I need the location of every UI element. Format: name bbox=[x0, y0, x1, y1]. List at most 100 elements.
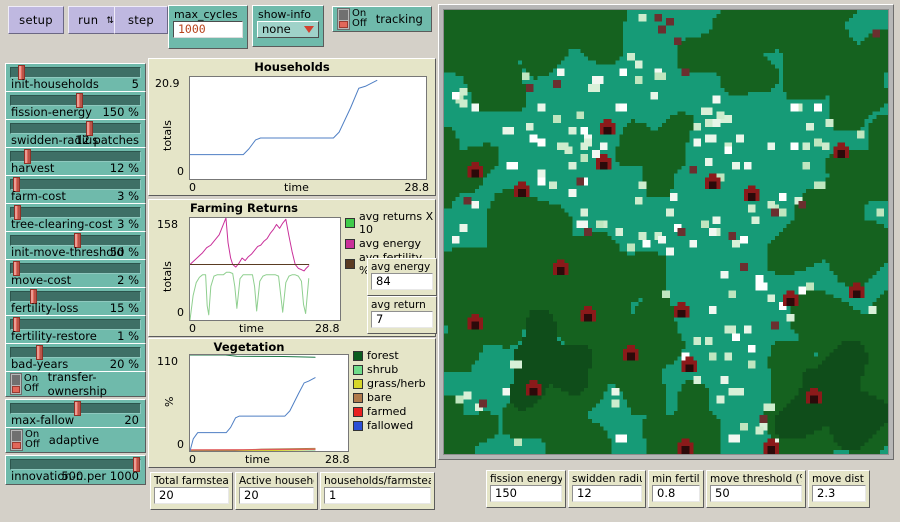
show-info-chooser[interactable]: show-info none bbox=[252, 5, 324, 47]
switch-states: On Off bbox=[25, 430, 40, 450]
plot-households: Households 20.9 0 totals 0 time 28.8 bbox=[148, 58, 436, 196]
plot-vegetation-ymax: 110 bbox=[157, 355, 178, 368]
slider-value: 1 % bbox=[117, 329, 139, 343]
slider-fertility-loss[interactable]: fertility-loss 15 % bbox=[5, 287, 146, 317]
monitor-label: fission energy bbox=[490, 473, 562, 485]
slider-value: 50 % bbox=[109, 245, 139, 259]
slider-move-cost[interactable]: move-cost 2 % bbox=[5, 259, 146, 289]
monitor-label: Active households bbox=[239, 475, 314, 487]
plot-vegetation-legend: forest shrub grass/herb bare farmed fallowed bbox=[353, 349, 426, 433]
plot-farming-returns-area bbox=[189, 217, 341, 321]
slider-value: 2 % bbox=[117, 273, 139, 287]
legend-label: farmed bbox=[367, 405, 407, 418]
show-info-label: show-info bbox=[258, 8, 312, 21]
tracking-switch[interactable]: On Off tracking bbox=[332, 6, 432, 32]
loop-icon: ⇅ bbox=[106, 15, 114, 26]
monitor-swidden-radius: swidden radius12 bbox=[568, 470, 646, 508]
legend-swatch bbox=[345, 218, 355, 228]
monitor-value: 2.3 bbox=[812, 485, 866, 502]
slider-value: 3 % bbox=[117, 217, 139, 231]
slider-harvest[interactable]: harvest 12 % bbox=[5, 147, 146, 177]
monitor-label: avg energy bbox=[371, 261, 431, 273]
monitor-fission-energy: fission energy 150 bbox=[486, 470, 566, 508]
slider-thumb[interactable] bbox=[74, 401, 81, 416]
slider-value: 3 % bbox=[117, 189, 139, 203]
plot-vegetation: Vegetation 110 0 % 0 time 28.8 forest shr… bbox=[148, 338, 436, 468]
legend-swatch bbox=[345, 238, 355, 249]
plot-vegetation-ymin: 0 bbox=[177, 438, 184, 451]
monitor-value: 84 bbox=[371, 273, 433, 290]
slider-name: move-cost bbox=[11, 273, 72, 287]
monitor-value: 1 bbox=[324, 487, 431, 504]
plot-households-xmax: 28.8 bbox=[404, 181, 430, 194]
switch-adaptive[interactable]: On Off adaptive bbox=[5, 427, 146, 453]
monitor-value: 12 bbox=[572, 485, 642, 502]
legend-label: avg returns X 10 bbox=[359, 210, 434, 236]
plot-farming-returns-xmax: 28.8 bbox=[315, 322, 340, 335]
legend-swatch bbox=[353, 406, 363, 417]
legend-label: avg energy bbox=[359, 237, 422, 250]
setup-button-label: setup bbox=[19, 13, 53, 27]
slider-bad-years[interactable]: bad-years 20 % bbox=[5, 343, 146, 373]
plot-farming-returns-ylabel: totals bbox=[161, 261, 174, 292]
plot-farming-returns-xlabel: time bbox=[239, 322, 264, 335]
toggle-knob-icon[interactable] bbox=[337, 8, 350, 30]
legend-swatch bbox=[353, 350, 363, 361]
legend-item: farmed bbox=[353, 405, 426, 418]
simulation-world-view[interactable] bbox=[443, 9, 889, 455]
slider-swidden-radius[interactable]: swidden-radius 12 patches bbox=[5, 119, 146, 149]
show-info-selected: none bbox=[262, 22, 291, 36]
plot-households-ymax: 20.9 bbox=[155, 77, 180, 90]
slider-fission-energy[interactable]: fission-energy 150 % bbox=[5, 91, 146, 121]
plot-households-area bbox=[189, 76, 427, 180]
slider-value: 15 % bbox=[109, 301, 139, 315]
legend-item: fallowed bbox=[353, 419, 426, 432]
plot-vegetation-ylabel: % bbox=[163, 396, 176, 407]
plot-farming-returns-ymin: 0 bbox=[177, 306, 184, 319]
monitor-value: 0.8 bbox=[652, 485, 700, 502]
monitor-avg-energy: avg energy 84 bbox=[367, 258, 437, 296]
switch-off-label: Off bbox=[23, 383, 39, 394]
monitor-value: 7 bbox=[371, 311, 433, 328]
max-cycles-value[interactable]: 1000 bbox=[173, 21, 243, 38]
slider-name: bad-years bbox=[11, 357, 69, 371]
slider-name: init-households bbox=[11, 77, 99, 91]
slider-init-move-threshold[interactable]: init-move-threshold 50 % bbox=[5, 231, 146, 261]
legend-swatch bbox=[345, 259, 355, 269]
max-cycles-input[interactable]: max_cycles 1000 bbox=[168, 5, 248, 49]
step-button[interactable]: step bbox=[114, 6, 168, 34]
monitor-min-fertility: min fertility0.8 bbox=[648, 470, 704, 508]
tracking-off-label: Off bbox=[352, 18, 367, 29]
slider-name: harvest bbox=[11, 161, 55, 175]
plot-vegetation-xmax: 28.8 bbox=[325, 453, 350, 466]
slider-init-households[interactable]: init-households 5 bbox=[5, 63, 146, 93]
monitor-value: 150 bbox=[490, 485, 562, 502]
monitor-label: Total farmsteads bbox=[154, 475, 229, 487]
toggle-knob-icon[interactable] bbox=[10, 373, 22, 395]
monitor-label: swidden radius bbox=[572, 473, 642, 485]
legend-item: shrub bbox=[353, 363, 426, 376]
plot-farming-returns-xmin: 0 bbox=[189, 322, 196, 335]
plot-vegetation-area bbox=[189, 354, 349, 452]
switch-off-label: Off bbox=[25, 439, 40, 450]
run-button-label: run bbox=[78, 13, 99, 27]
slider-name: init-move-threshold bbox=[11, 245, 124, 259]
slider-innovation-r-[interactable]: innovation-r... 500 per 1000 bbox=[5, 455, 146, 485]
switch-transfer-ownership[interactable]: On Off transfer-ownership bbox=[5, 370, 146, 398]
legend-swatch bbox=[353, 378, 363, 389]
slider-value: 500 per 1000 bbox=[61, 469, 139, 483]
show-info-value[interactable]: none bbox=[257, 21, 319, 38]
toggle-knob-icon[interactable] bbox=[10, 429, 23, 451]
setup-button[interactable]: setup bbox=[8, 6, 64, 34]
legend-label: shrub bbox=[367, 363, 399, 376]
slider-max-fallow[interactable]: max-fallow 20 bbox=[5, 399, 146, 429]
slider-tree-clearing-cost[interactable]: tree-clearing-cost 3 % bbox=[5, 203, 146, 233]
monitor-label: move threshold (%) bbox=[710, 473, 802, 485]
slider-farm-cost[interactable]: farm-cost 3 % bbox=[5, 175, 146, 205]
max-cycles-label: max_cycles bbox=[174, 8, 238, 21]
slider-value: 150 % bbox=[102, 105, 139, 119]
monitor-value: 50 bbox=[710, 485, 802, 502]
slider-fertility-restore[interactable]: fertility-restore 1 % bbox=[5, 315, 146, 345]
slider-name: max-fallow bbox=[11, 413, 75, 427]
legend-label: fallowed bbox=[367, 419, 414, 432]
